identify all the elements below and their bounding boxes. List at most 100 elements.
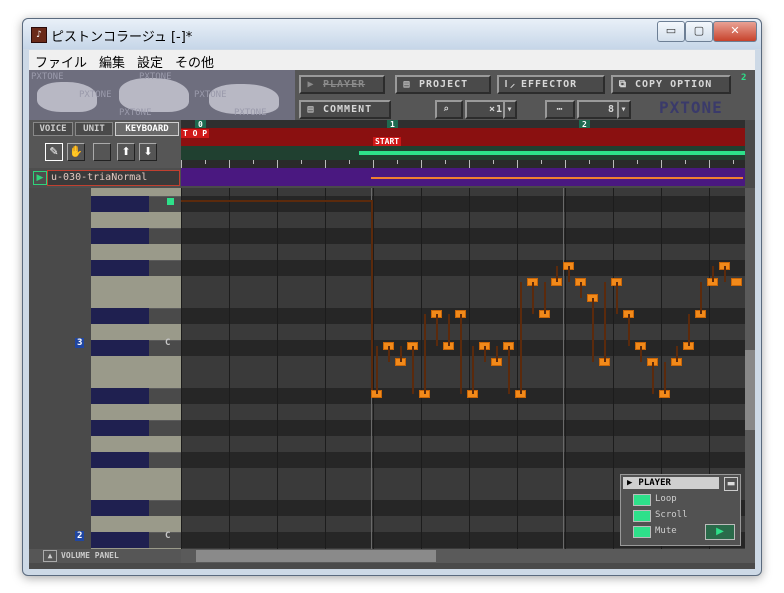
- banner-logo: PXTONE PXTONE PXTONE PXTONE PXTONE PXTON…: [29, 70, 295, 120]
- marker-band[interactable]: [181, 128, 745, 146]
- mute-checkbox[interactable]: Mute: [633, 525, 715, 538]
- copy-option-button[interactable]: ⧉ COPY OPTION: [611, 75, 731, 94]
- tab-keyboard[interactable]: KEYBOARD: [115, 122, 179, 136]
- horizontal-scroll-thumb[interactable]: [196, 550, 436, 562]
- beat-line: [613, 188, 614, 549]
- note-connector: [424, 314, 426, 394]
- beat-line: [277, 188, 278, 549]
- octave-label: 3: [75, 338, 85, 348]
- white-key[interactable]: [91, 436, 181, 453]
- vertical-scroll-thumb[interactable]: [745, 350, 755, 430]
- c-key-label: C: [165, 531, 171, 541]
- arrow-down-icon[interactable]: ⬇: [139, 143, 157, 161]
- player-button[interactable]: ▶ PLAYER: [299, 75, 385, 94]
- beat-line: [517, 188, 518, 549]
- play-button[interactable]: ▶: [705, 524, 735, 540]
- white-key[interactable]: [91, 292, 181, 309]
- close-button[interactable]: ✕: [713, 21, 757, 42]
- corner-number: 2: [741, 73, 747, 83]
- black-key[interactable]: [91, 500, 149, 517]
- scroll-checkbox[interactable]: Scroll: [633, 509, 715, 522]
- ruler-tick: [277, 160, 278, 168]
- white-key[interactable]: [91, 244, 181, 261]
- edit-tools: ✎ ✋ ⬆ ⬇: [29, 136, 181, 168]
- division-select[interactable]: 8: [577, 100, 621, 119]
- black-key[interactable]: [91, 196, 149, 213]
- note-connector: [664, 362, 666, 394]
- ruler-tick: [421, 160, 422, 168]
- white-key[interactable]: [91, 484, 181, 501]
- play-icon: ▶: [307, 79, 315, 90]
- maximize-button[interactable]: ▢: [685, 21, 713, 42]
- beat-line: [373, 188, 374, 549]
- effector-button[interactable]: ǀ⸝ EFFECTOR: [497, 75, 605, 94]
- playback-range: [359, 151, 745, 155]
- timeline-ruler[interactable]: 0 1 2 T O P START: [181, 120, 745, 186]
- zoom-dropdown-icon[interactable]: ▾: [503, 100, 517, 119]
- black-key[interactable]: [91, 532, 149, 549]
- pencil-icon[interactable]: ✎: [45, 143, 63, 161]
- ruler-tick: [589, 160, 590, 164]
- minimize-button[interactable]: ▭: [657, 21, 685, 42]
- c-key-label: C: [165, 338, 171, 348]
- collapse-icon[interactable]: ▬: [724, 477, 738, 491]
- note-connector: [592, 298, 594, 362]
- piano-keyboard[interactable]: 3 C 2 C: [29, 188, 181, 549]
- note-connector: [400, 346, 402, 362]
- black-key[interactable]: [91, 452, 149, 469]
- white-key[interactable]: [91, 356, 181, 373]
- beat-line: [229, 188, 230, 549]
- beat-line: [421, 188, 422, 549]
- zoom-select[interactable]: ×1: [465, 100, 507, 119]
- menu-edit[interactable]: 編集: [99, 52, 125, 71]
- division-dropdown-icon[interactable]: ▾: [617, 100, 631, 119]
- ruler-tick: [253, 160, 254, 164]
- hand-icon[interactable]: ✋: [67, 143, 85, 161]
- zoom-icon-button[interactable]: ⌕: [435, 100, 463, 119]
- volume-panel-toggle[interactable]: ▲ VOLUME PANEL: [29, 549, 181, 563]
- black-key[interactable]: [91, 420, 149, 437]
- black-key[interactable]: [91, 340, 149, 357]
- ruler-tick: [517, 160, 518, 168]
- black-key[interactable]: [91, 260, 149, 277]
- title-bar[interactable]: ♪ ピストンコラージュ [-]* ▭ ▢ ✕: [23, 19, 761, 49]
- project-button[interactable]: ▤ PROJECT: [395, 75, 491, 94]
- arrow-up-icon[interactable]: ⬆: [117, 143, 135, 161]
- ruler-tick: [469, 160, 470, 168]
- note-connector: [412, 346, 414, 394]
- unit-name[interactable]: u-030-triaNormal: [47, 170, 180, 186]
- tab-voice[interactable]: VOICE: [33, 122, 73, 136]
- app-window: ♪ ピストンコラージュ [-]* ▭ ▢ ✕ ファイル 編集 設定 その他 PX…: [22, 18, 762, 576]
- note-connector: [568, 266, 570, 282]
- magnifier-icon: ⌕: [443, 104, 451, 115]
- menu-file[interactable]: ファイル: [35, 52, 87, 71]
- white-key[interactable]: [91, 404, 181, 421]
- white-key[interactable]: [91, 468, 181, 485]
- unit-play-icon[interactable]: ▶: [33, 171, 47, 185]
- note-connector: [700, 282, 702, 314]
- effector-icon: ǀ⸝: [503, 79, 517, 90]
- white-key[interactable]: [91, 276, 181, 293]
- note-block[interactable]: [731, 278, 742, 286]
- player-panel-title[interactable]: ▶ PLAYER: [623, 477, 719, 489]
- black-key[interactable]: [91, 228, 149, 245]
- menu-other[interactable]: その他: [175, 52, 214, 71]
- ruler-tick: [733, 160, 734, 164]
- comment-button[interactable]: ▤ COMMENT: [299, 100, 391, 119]
- tab-unit[interactable]: UNIT: [75, 122, 113, 136]
- grid-division-icon[interactable]: ⋯: [545, 100, 575, 119]
- loop-checkbox[interactable]: Loop: [633, 493, 715, 506]
- black-key[interactable]: [91, 308, 149, 325]
- tick-strip: [181, 160, 745, 168]
- measure-line: [563, 188, 564, 549]
- note-connector: [544, 282, 546, 314]
- note-connector: [520, 282, 522, 394]
- white-key[interactable]: [91, 372, 181, 389]
- music-note-icon: ♪: [31, 27, 47, 43]
- black-key[interactable]: [91, 388, 149, 405]
- key-indicator: [167, 198, 174, 205]
- play-icon: ▶: [627, 478, 633, 488]
- menu-settings[interactable]: 設定: [137, 52, 163, 71]
- white-key[interactable]: [91, 212, 181, 229]
- blank-tool[interactable]: [93, 143, 111, 161]
